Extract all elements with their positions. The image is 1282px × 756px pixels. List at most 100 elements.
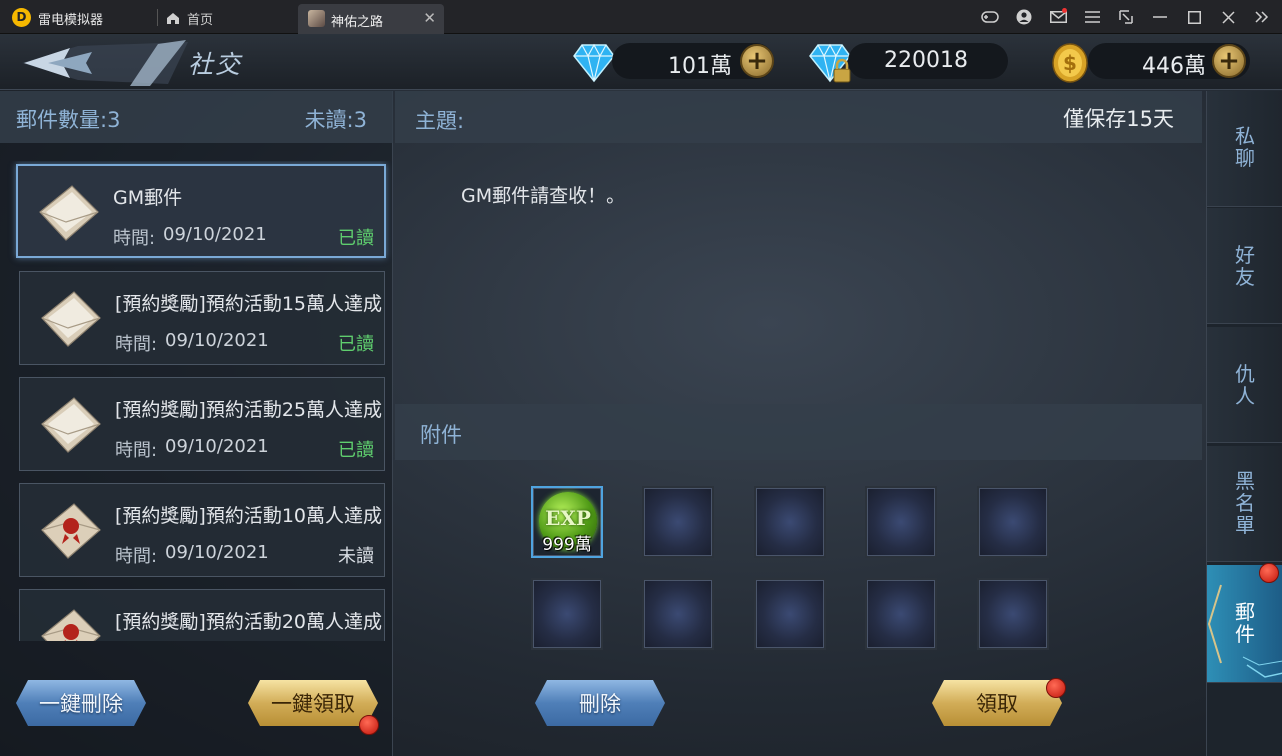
mail-item[interactable]: [預約獎勵]預約活動10萬人達成 時間: 09/10/2021 未讀 bbox=[19, 483, 385, 577]
locked-diamond-icon bbox=[809, 43, 851, 83]
mail-status: 已讀 bbox=[338, 440, 374, 461]
mail-title: [預約獎勵]預約活動15萬人達成 bbox=[115, 293, 383, 315]
home-tab[interactable]: 首页 bbox=[166, 8, 213, 28]
home-icon bbox=[167, 12, 179, 24]
attachment-quantity: 999萬 bbox=[542, 535, 592, 555]
emulator-logo-icon: D bbox=[12, 8, 31, 27]
subject-label: 主題: bbox=[415, 109, 465, 133]
mail-status: 已讀 bbox=[338, 334, 374, 355]
mail-item[interactable]: [預約獎勵]預約活動15萬人達成 時間: 09/10/2021 已讀 bbox=[19, 271, 385, 365]
game-tab[interactable]: 神佑之路 ✕ bbox=[298, 4, 444, 34]
claim-all-notification-dot bbox=[359, 715, 379, 735]
attachment-slot bbox=[865, 578, 937, 650]
mail-item[interactable]: [預約獎勵]預約活動25萬人達成 時間: 09/10/2021 已讀 bbox=[19, 377, 385, 471]
mail-time-label: 時間: bbox=[115, 546, 158, 567]
mail-detail-panel: 主題: 僅保存15天 GM郵件請查收！。 附件 EXP 999萬 刪除 領取 bbox=[395, 91, 1205, 756]
account-icon[interactable] bbox=[1012, 6, 1036, 28]
mail-time-label: 時間: bbox=[113, 228, 156, 249]
minimize-icon[interactable] bbox=[1148, 6, 1172, 28]
game-avatar-icon bbox=[308, 10, 325, 27]
titlebar-controls bbox=[978, 6, 1274, 28]
tab-mail-notification-dot bbox=[1259, 563, 1279, 583]
diamond-icon bbox=[573, 43, 615, 83]
tab-close-icon[interactable]: ✕ bbox=[423, 9, 436, 27]
mail-list[interactable]: GM郵件 時間: 09/10/2021 已讀 [預約獎勵]預約活動15萬人達成 … bbox=[0, 161, 393, 641]
collapse-sidebar-icon[interactable] bbox=[1250, 6, 1274, 28]
mail-list-panel: 郵件數量:3 未讀:3 GM郵件 時間: 09/10/2021 已讀 [預約獎勵… bbox=[0, 91, 393, 756]
attachment-slot bbox=[754, 486, 826, 558]
tab-friends-label: 好友 bbox=[1235, 243, 1255, 289]
attachment-slot bbox=[977, 578, 1049, 650]
mail-icon[interactable] bbox=[1046, 6, 1070, 28]
sealed-envelope-icon bbox=[41, 609, 101, 641]
retention-note: 僅保存15天 bbox=[1063, 107, 1174, 131]
tab-blacklist[interactable]: 黑名單 bbox=[1207, 446, 1282, 562]
tab-private-chat[interactable]: 私聊 bbox=[1207, 91, 1282, 207]
mail-time-label: 時間: bbox=[115, 440, 158, 461]
attachments-label: 附件 bbox=[420, 423, 462, 447]
mail-notification-dot bbox=[1062, 8, 1067, 13]
mail-title: GM郵件 bbox=[113, 187, 183, 209]
mail-title: [預約獎勵]預約活動20萬人達成 bbox=[115, 611, 383, 633]
game-header: 社交 101萬 + 220018 $ 446萬 + bbox=[0, 34, 1282, 90]
bound-diamond-balance: 220018 bbox=[848, 43, 1008, 79]
attachment-slot bbox=[531, 578, 603, 650]
subject-bar: 主題: 僅保存15天 bbox=[395, 91, 1202, 143]
delete-all-button[interactable]: 一鍵刪除 bbox=[16, 680, 146, 726]
emulator-app-name: 雷电模拟器 bbox=[38, 13, 104, 28]
sealed-envelope-icon bbox=[41, 503, 101, 559]
unread-count: 未讀:3 bbox=[304, 108, 367, 132]
add-gold-button[interactable]: + bbox=[1212, 44, 1246, 78]
attachment-slot bbox=[642, 486, 714, 558]
mail-body: GM郵件請查收！。 bbox=[461, 185, 626, 207]
attachment-slot bbox=[642, 578, 714, 650]
claim-all-button[interactable]: 一鍵領取 bbox=[248, 680, 378, 726]
mail-item[interactable]: [預約獎勵]預約活動20萬人達成 bbox=[19, 589, 385, 641]
mail-title: [預約獎勵]預約活動10萬人達成 bbox=[115, 505, 383, 527]
delete-button[interactable]: 刪除 bbox=[535, 680, 665, 726]
tab-enemies[interactable]: 仇人 bbox=[1207, 327, 1282, 443]
titlebar-divider bbox=[157, 9, 158, 26]
back-arrow-icon bbox=[22, 40, 188, 86]
tab-mail[interactable]: 郵件 bbox=[1207, 563, 1282, 683]
attachment-slot bbox=[865, 486, 937, 558]
attachments-bar: 附件 bbox=[395, 404, 1202, 460]
mail-date: 09/10/2021 bbox=[165, 330, 269, 351]
back-button[interactable] bbox=[18, 38, 188, 88]
gamepad-icon[interactable] bbox=[978, 6, 1002, 28]
resize-icon[interactable] bbox=[1114, 6, 1138, 28]
attachment-slot bbox=[754, 578, 826, 650]
exp-icon-text: EXP bbox=[545, 506, 591, 530]
tab-enemies-label: 仇人 bbox=[1235, 362, 1255, 408]
diamond-value: 101萬 bbox=[668, 54, 732, 79]
mail-title: [預約獎勵]預約活動25萬人達成 bbox=[115, 399, 383, 421]
mail-status: 已讀 bbox=[338, 228, 374, 249]
claim-button[interactable]: 領取 bbox=[932, 680, 1062, 726]
open-envelope-icon bbox=[39, 185, 99, 241]
claim-notification-dot bbox=[1046, 678, 1066, 698]
page-title: 社交 bbox=[188, 50, 243, 79]
close-icon[interactable] bbox=[1216, 6, 1240, 28]
tab-friends[interactable]: 好友 bbox=[1207, 208, 1282, 324]
attachment-slot bbox=[977, 486, 1049, 558]
bound-diamond-value: 220018 bbox=[884, 48, 968, 73]
open-envelope-icon bbox=[41, 291, 101, 347]
open-envelope-icon bbox=[41, 397, 101, 453]
mail-count: 郵件數量:3 bbox=[16, 108, 121, 132]
mail-time-label: 時間: bbox=[115, 334, 158, 355]
mail-item[interactable]: GM郵件 時間: 09/10/2021 已讀 bbox=[16, 164, 386, 258]
attachment-slot[interactable]: EXP 999萬 bbox=[531, 486, 603, 558]
add-diamond-button[interactable]: + bbox=[740, 44, 774, 78]
gold-coin-icon: $ bbox=[1052, 43, 1088, 83]
tab-blacklist-label: 黑名單 bbox=[1235, 469, 1255, 537]
tab-private-chat-label: 私聊 bbox=[1235, 124, 1255, 170]
menu-icon[interactable] bbox=[1080, 6, 1104, 28]
mail-list-header: 郵件數量:3 未讀:3 bbox=[0, 91, 393, 143]
mail-status: 未讀 bbox=[338, 546, 374, 567]
social-side-tabs: 私聊 好友 仇人 黑名單 郵件 bbox=[1206, 91, 1282, 756]
screen: D 雷电模拟器 首页 神佑之路 ✕ 社交 101萬 + 220018 $ 446… bbox=[0, 0, 1282, 756]
maximize-icon[interactable] bbox=[1182, 6, 1206, 28]
mail-date: 09/10/2021 bbox=[165, 542, 269, 563]
game-tab-label: 神佑之路 bbox=[331, 15, 384, 30]
gold-value: 446萬 bbox=[1142, 54, 1206, 79]
